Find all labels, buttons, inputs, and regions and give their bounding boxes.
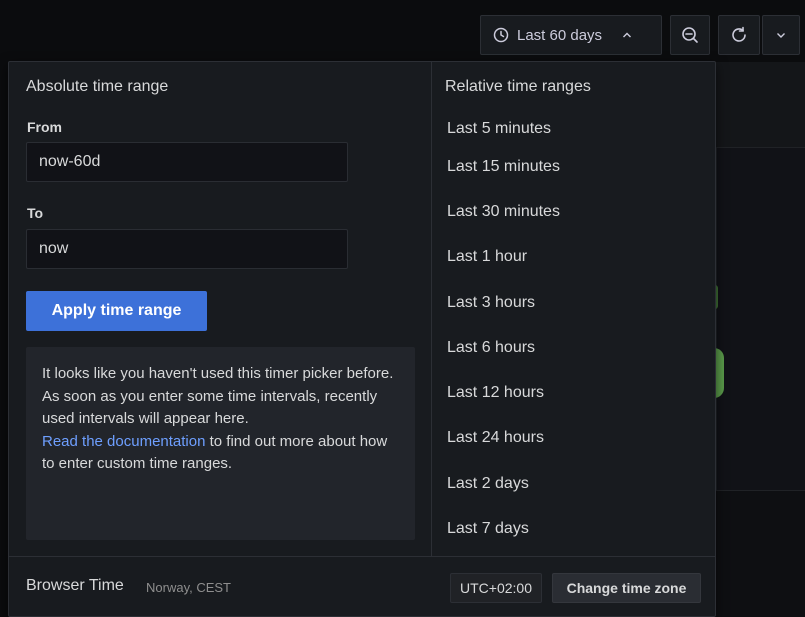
zoom-out-icon (681, 26, 699, 44)
relative-range-item[interactable]: Last 7 days (447, 506, 560, 551)
time-zone-name: Browser Time (26, 577, 124, 594)
change-time-zone-button[interactable]: Change time zone (552, 573, 701, 603)
dashboard-panel-background (716, 490, 805, 617)
to-label: To (27, 205, 44, 221)
time-picker-dropdown: Absolute time range From now-60d To now … (8, 61, 716, 617)
relative-range-item[interactable]: Last 15 minutes (447, 144, 560, 189)
relative-range-item[interactable]: Last 2 days (447, 461, 560, 506)
relative-range-item[interactable]: Last 1 hour (447, 235, 560, 280)
info-link-line: Read the documentation to find out more … (42, 431, 398, 476)
relative-range-item[interactable]: Last 24 hours (447, 416, 560, 461)
relative-range-item[interactable]: Last 6 hours (447, 325, 560, 370)
absolute-time-range-pane: Absolute time range From now-60d To now … (9, 62, 432, 556)
from-label: From (27, 119, 62, 135)
relative-range-item[interactable]: Last 5 minutes (447, 120, 560, 144)
utc-offset-badge: UTC+02:00 (450, 573, 542, 603)
chevron-up-icon (622, 30, 632, 40)
to-input[interactable]: now (26, 229, 348, 269)
chevron-down-icon (776, 30, 786, 40)
relative-range-item[interactable]: Last 30 minutes (447, 189, 560, 234)
time-zone-region: Norway, CEST (146, 580, 231, 595)
time-zone-footer: Browser Time Norway, CEST UTC+02:00 Chan… (9, 556, 715, 617)
refresh-icon (730, 26, 748, 44)
dashboard-toolbar: Last 60 days (0, 15, 805, 55)
relative-ranges-list: Last 5 minutes Last 15 minutes Last 30 m… (447, 120, 560, 552)
dashboard-panel-background (716, 62, 805, 148)
documentation-link[interactable]: Read the documentation (42, 433, 205, 450)
absolute-time-range-title: Absolute time range (26, 78, 169, 95)
dashboard-panel-background (716, 148, 805, 490)
time-range-picker-button[interactable]: Last 60 days (480, 15, 662, 55)
zoom-out-button[interactable] (670, 15, 710, 55)
info-text: It looks like you haven't used this time… (42, 365, 394, 427)
refresh-interval-dropdown[interactable] (762, 15, 800, 55)
recent-ranges-info: It looks like you haven't used this time… (26, 347, 415, 540)
from-input[interactable]: now-60d (26, 142, 348, 182)
apply-time-range-button[interactable]: Apply time range (26, 291, 207, 331)
time-range-label: Last 60 days (517, 26, 603, 44)
relative-range-item[interactable]: Last 3 hours (447, 280, 560, 325)
relative-range-item[interactable]: Last 12 hours (447, 370, 560, 415)
clock-icon (493, 27, 509, 43)
relative-time-ranges-title: Relative time ranges (445, 78, 591, 95)
relative-time-ranges-pane: Relative time ranges Last 5 minutes Last… (433, 62, 716, 556)
refresh-dashboard-button[interactable] (718, 15, 760, 55)
